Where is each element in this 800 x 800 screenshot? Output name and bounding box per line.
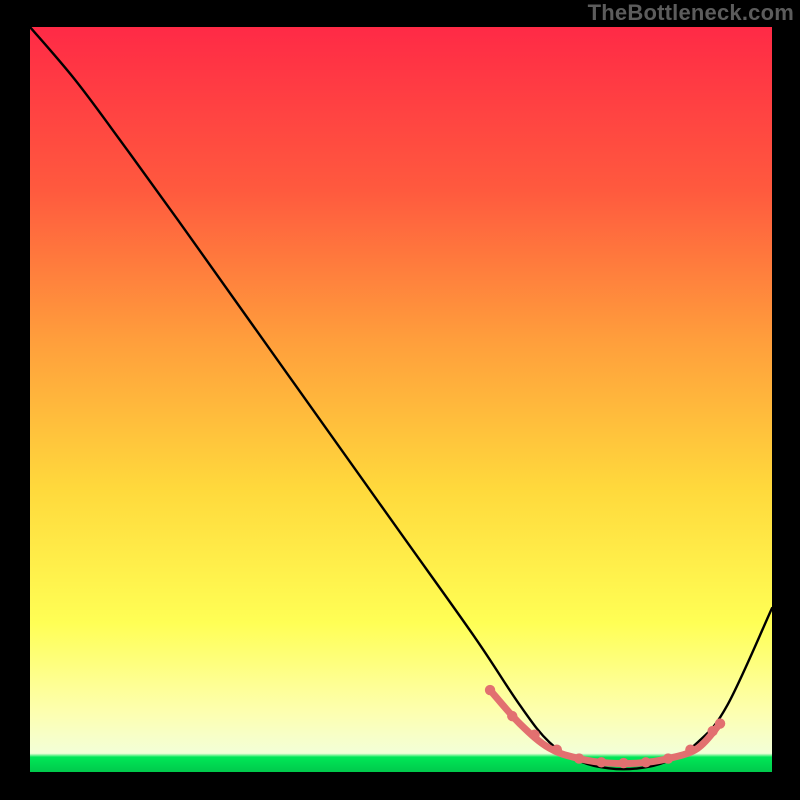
optimal-marker [574,753,584,763]
optimal-marker [618,758,628,768]
plot-area [30,27,772,772]
optimal-marker [507,711,517,721]
optimal-marker [707,726,717,736]
optimal-marker [641,757,651,767]
optimal-marker [485,685,495,695]
chart-svg [30,27,772,772]
optimal-marker [552,744,562,754]
optimal-marker [685,744,695,754]
optimal-marker [529,730,539,740]
watermark-text: TheBottleneck.com [588,0,794,26]
optimal-marker [596,757,606,767]
gradient-background [30,27,772,772]
optimal-marker [663,753,673,763]
chart-page: TheBottleneck.com [0,0,800,800]
optimal-marker [715,718,725,728]
